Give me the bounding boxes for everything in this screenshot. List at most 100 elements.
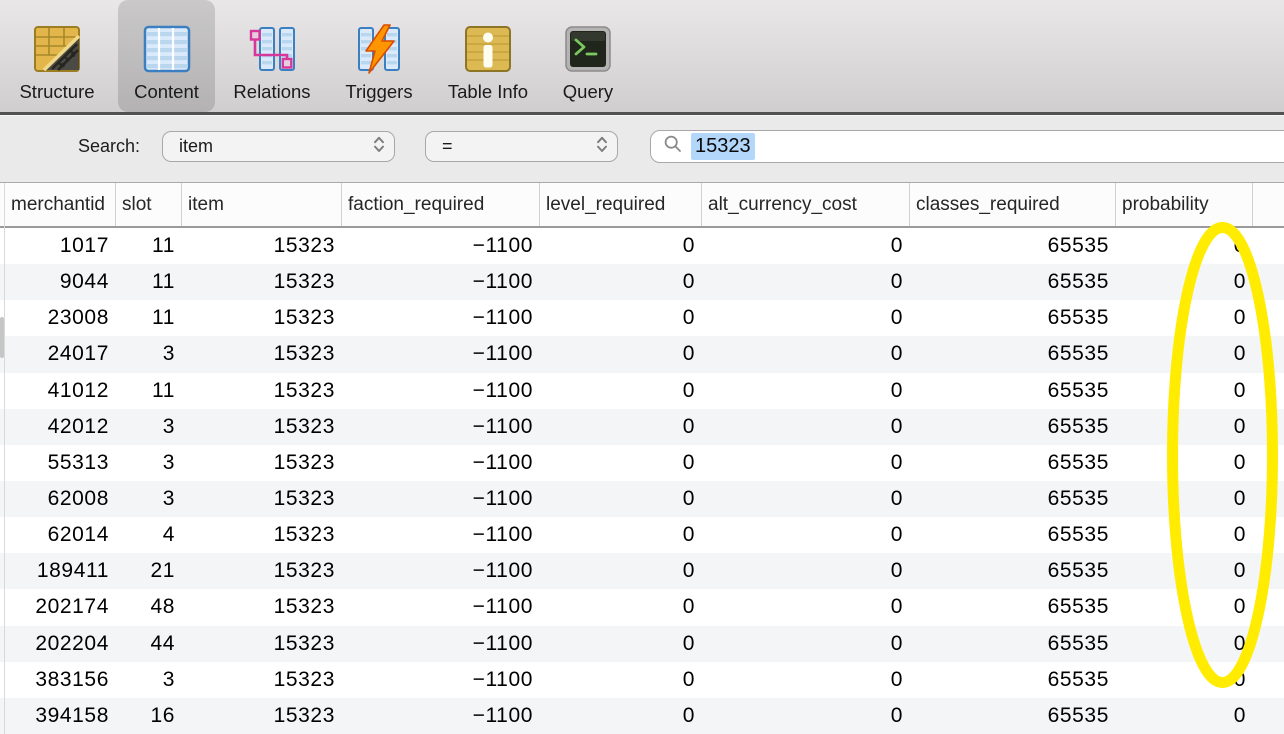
cell-level_required[interactable]: 0 xyxy=(540,379,702,403)
cell-level_required[interactable]: 0 xyxy=(540,559,702,583)
cell-classes_required[interactable]: 65535 xyxy=(910,668,1116,692)
cell-slot[interactable]: 21 xyxy=(116,559,182,583)
cell-merchantid[interactable]: 62014 xyxy=(5,523,116,547)
cell-level_required[interactable]: 0 xyxy=(540,306,702,330)
cell-item[interactable]: 15323 xyxy=(182,487,342,511)
table-row[interactable]: 2022044415323−110000655350 xyxy=(0,626,1284,662)
column-header-classes_required[interactable]: classes_required xyxy=(910,183,1116,226)
cell-classes_required[interactable]: 65535 xyxy=(910,523,1116,547)
cell-faction_required[interactable]: −1100 xyxy=(342,595,540,619)
cell-slot[interactable]: 11 xyxy=(116,379,182,403)
table-row[interactable]: 62008315323−110000655350 xyxy=(0,481,1284,517)
cell-classes_required[interactable]: 65535 xyxy=(910,270,1116,294)
cell-item[interactable]: 15323 xyxy=(182,306,342,330)
cell-slot[interactable]: 4 xyxy=(116,523,182,547)
cell-faction_required[interactable]: −1100 xyxy=(342,668,540,692)
column-header-level_required[interactable]: level_required xyxy=(540,183,702,226)
cell-classes_required[interactable]: 65535 xyxy=(910,306,1116,330)
cell-merchantid[interactable]: 9044 xyxy=(5,270,116,294)
cell-level_required[interactable]: 0 xyxy=(540,632,702,656)
cell-probability[interactable]: 0 xyxy=(1116,451,1253,475)
cell-item[interactable]: 15323 xyxy=(182,451,342,475)
cell-level_required[interactable]: 0 xyxy=(540,523,702,547)
cell-slot[interactable]: 3 xyxy=(116,668,182,692)
cell-classes_required[interactable]: 65535 xyxy=(910,704,1116,728)
cell-alt_currency_cost[interactable]: 0 xyxy=(702,595,910,619)
cell-level_required[interactable]: 0 xyxy=(540,270,702,294)
cell-classes_required[interactable]: 65535 xyxy=(910,451,1116,475)
table-row[interactable]: 62014415323−110000655350 xyxy=(0,517,1284,553)
cell-probability[interactable]: 0 xyxy=(1116,487,1253,511)
cell-alt_currency_cost[interactable]: 0 xyxy=(702,415,910,439)
cell-probability[interactable]: 0 xyxy=(1116,668,1253,692)
table-row[interactable]: 90441115323−110000655350 xyxy=(0,264,1284,300)
cell-merchantid[interactable]: 202174 xyxy=(5,595,116,619)
cell-probability[interactable]: 0 xyxy=(1116,704,1253,728)
cell-slot[interactable]: 11 xyxy=(116,234,182,258)
cell-merchantid[interactable]: 23008 xyxy=(5,306,116,330)
cell-merchantid[interactable]: 1017 xyxy=(5,234,116,258)
table-row[interactable]: 24017315323−110000655350 xyxy=(0,336,1284,372)
cell-item[interactable]: 15323 xyxy=(182,234,342,258)
column-header-probability[interactable]: probability xyxy=(1116,183,1253,226)
cell-merchantid[interactable]: 189411 xyxy=(5,559,116,583)
cell-faction_required[interactable]: −1100 xyxy=(342,451,540,475)
cell-level_required[interactable]: 0 xyxy=(540,595,702,619)
cell-item[interactable]: 15323 xyxy=(182,595,342,619)
cell-probability[interactable]: 0 xyxy=(1116,306,1253,330)
cell-alt_currency_cost[interactable]: 0 xyxy=(702,234,910,258)
cell-merchantid[interactable]: 55313 xyxy=(5,451,116,475)
cell-level_required[interactable]: 0 xyxy=(540,342,702,366)
cell-item[interactable]: 15323 xyxy=(182,632,342,656)
cell-alt_currency_cost[interactable]: 0 xyxy=(702,487,910,511)
table-row[interactable]: 42012315323−110000655350 xyxy=(0,409,1284,445)
cell-slot[interactable]: 48 xyxy=(116,595,182,619)
cell-level_required[interactable]: 0 xyxy=(540,234,702,258)
cell-alt_currency_cost[interactable]: 0 xyxy=(702,632,910,656)
search-column-dropdown[interactable]: item xyxy=(162,131,395,162)
cell-faction_required[interactable]: −1100 xyxy=(342,559,540,583)
cell-faction_required[interactable]: −1100 xyxy=(342,306,540,330)
cell-alt_currency_cost[interactable]: 0 xyxy=(702,270,910,294)
column-header-item[interactable]: item xyxy=(182,183,342,226)
cell-classes_required[interactable]: 65535 xyxy=(910,342,1116,366)
cell-merchantid[interactable]: 42012 xyxy=(5,415,116,439)
table-row[interactable]: 3941581615323−110000655350 xyxy=(0,698,1284,734)
cell-alt_currency_cost[interactable]: 0 xyxy=(702,379,910,403)
cell-merchantid[interactable]: 24017 xyxy=(5,342,116,366)
cell-alt_currency_cost[interactable]: 0 xyxy=(702,451,910,475)
toolbar-item-structure[interactable]: Structure xyxy=(2,0,112,112)
cell-item[interactable]: 15323 xyxy=(182,342,342,366)
cell-item[interactable]: 15323 xyxy=(182,559,342,583)
cell-faction_required[interactable]: −1100 xyxy=(342,704,540,728)
cell-classes_required[interactable]: 65535 xyxy=(910,415,1116,439)
cell-probability[interactable]: 0 xyxy=(1116,415,1253,439)
cell-probability[interactable]: 0 xyxy=(1116,523,1253,547)
cell-item[interactable]: 15323 xyxy=(182,523,342,547)
table-row[interactable]: 230081115323−110000655350 xyxy=(0,300,1284,336)
cell-probability[interactable]: 0 xyxy=(1116,342,1253,366)
toolbar-item-content[interactable]: Content xyxy=(118,0,215,112)
table-row[interactable]: 410121115323−110000655350 xyxy=(0,373,1284,409)
cell-alt_currency_cost[interactable]: 0 xyxy=(702,704,910,728)
cell-faction_required[interactable]: −1100 xyxy=(342,487,540,511)
cell-merchantid[interactable]: 202204 xyxy=(5,632,116,656)
cell-slot[interactable]: 11 xyxy=(116,270,182,294)
search-input[interactable]: 15323 xyxy=(650,130,1284,163)
cell-faction_required[interactable]: −1100 xyxy=(342,379,540,403)
cell-classes_required[interactable]: 65535 xyxy=(910,234,1116,258)
cell-classes_required[interactable]: 65535 xyxy=(910,595,1116,619)
cell-classes_required[interactable]: 65535 xyxy=(910,487,1116,511)
cell-probability[interactable]: 0 xyxy=(1116,234,1253,258)
table-row[interactable]: 383156315323−110000655350 xyxy=(0,662,1284,698)
cell-probability[interactable]: 0 xyxy=(1116,632,1253,656)
cell-slot[interactable]: 44 xyxy=(116,632,182,656)
cell-slot[interactable]: 11 xyxy=(116,306,182,330)
cell-merchantid[interactable]: 41012 xyxy=(5,379,116,403)
cell-item[interactable]: 15323 xyxy=(182,379,342,403)
search-operator-dropdown[interactable]: = xyxy=(425,131,618,162)
cell-slot[interactable]: 3 xyxy=(116,342,182,366)
cell-faction_required[interactable]: −1100 xyxy=(342,415,540,439)
cell-item[interactable]: 15323 xyxy=(182,704,342,728)
cell-level_required[interactable]: 0 xyxy=(540,451,702,475)
